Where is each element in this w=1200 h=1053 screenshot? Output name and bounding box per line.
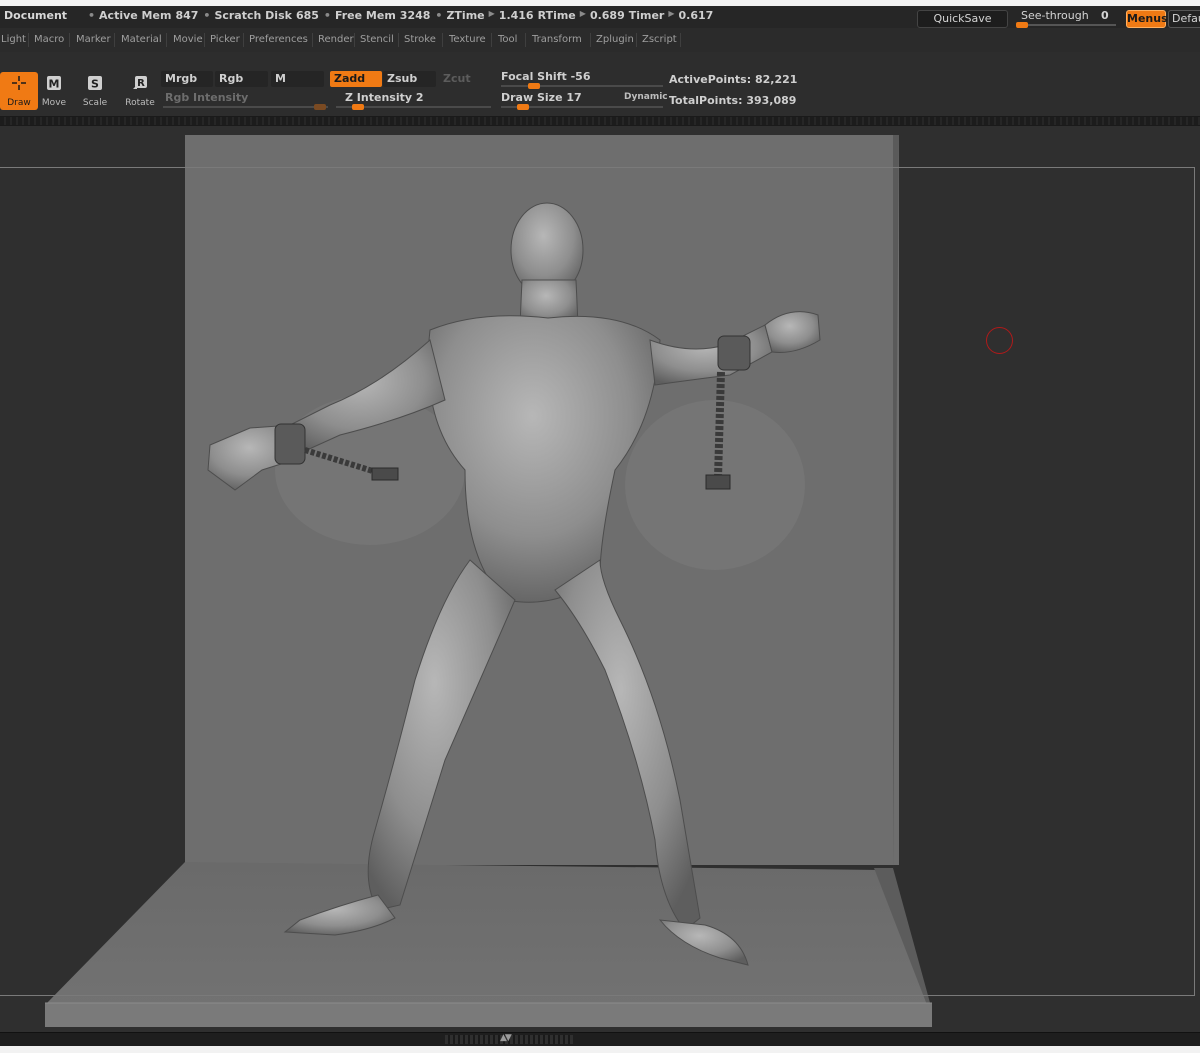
menu-separator <box>398 33 399 47</box>
draw-tool-label: Draw <box>7 98 31 108</box>
menu-separator <box>354 33 355 47</box>
menu-stroke[interactable]: Stroke <box>404 34 436 45</box>
svg-text:R: R <box>137 78 145 89</box>
menus-toggle-button[interactable]: Menus <box>1126 10 1168 28</box>
timer-label: Timer <box>628 9 665 22</box>
move-icon: M <box>47 76 61 91</box>
focal-shift-slider[interactable] <box>501 83 663 89</box>
menu-macro[interactable]: Macro <box>34 34 64 45</box>
menu-separator <box>312 33 313 47</box>
document-bounds-frame <box>0 167 1195 996</box>
ztime-value: 1.416 <box>498 9 534 22</box>
menu-separator <box>166 33 167 47</box>
floor-front-edge <box>45 1003 932 1027</box>
seethrough-value: 0 <box>1101 9 1109 22</box>
menu-movie[interactable]: Movie <box>173 34 203 45</box>
rtime-label: RTime <box>537 9 576 22</box>
move-tool-button[interactable]: M Move <box>35 72 73 110</box>
menu-transform[interactable]: Transform <box>532 34 582 45</box>
timing-stats: • ZTime ▶ 1.416 RTime ▶ 0.689 Timer ▶ 0.617 <box>435 9 714 22</box>
zsub-button[interactable]: Zsub <box>383 71 436 87</box>
menu-separator <box>204 33 205 47</box>
scale-icon: S <box>88 76 102 91</box>
menu-separator <box>28 33 29 47</box>
ztime-label: ZTime <box>446 9 485 22</box>
rgb-intensity-label: Rgb Intensity <box>165 91 249 104</box>
expand-arrows-icon[interactable]: ▲▼ <box>500 1033 512 1043</box>
document-canvas[interactable] <box>0 126 1200 1032</box>
quicksave-button[interactable]: QuickSave <box>917 10 1008 28</box>
memory-stats: • Active Mem 847 • Scratch Disk 685 • Free Me… <box>88 9 713 22</box>
rgb-intensity-slider[interactable] <box>163 104 328 110</box>
move-tool-label: Move <box>41 98 67 108</box>
mrgb-button[interactable]: Mrgb <box>161 71 213 87</box>
window-bottom-strip <box>0 1046 1200 1053</box>
m-button[interactable]: M <box>271 71 324 87</box>
zcut-button[interactable]: Zcut <box>439 71 492 87</box>
seethrough-track[interactable] <box>1016 22 1116 28</box>
stat-active-mem: • Active Mem 847 <box>88 9 199 22</box>
focal-shift-knob[interactable] <box>528 83 540 89</box>
rgb-button[interactable]: Rgb <box>215 71 268 87</box>
menu-preferences[interactable]: Preferences <box>249 34 308 45</box>
active-points-readout: ActivePoints: 82,221 <box>669 73 798 86</box>
menu-separator <box>69 33 70 47</box>
menu-separator <box>243 33 244 47</box>
total-points-readout: TotalPoints: 393,089 <box>669 94 797 107</box>
draw-size-readout: Draw Size 17 <box>501 91 582 104</box>
draw-size-slider[interactable] <box>501 104 663 110</box>
menu-separator <box>525 33 526 47</box>
seethrough-label: See-through <box>1021 9 1089 22</box>
menu-picker[interactable]: Picker <box>210 34 240 45</box>
crosshair-icon <box>12 76 26 90</box>
timer-value: 0.617 <box>678 9 714 22</box>
menu-separator <box>491 33 492 47</box>
seethrough-slider[interactable]: See-through 0 <box>1012 8 1118 28</box>
stat-free-mem: • Free Mem 3248 <box>323 9 431 22</box>
scale-tool-label: Scale <box>82 98 108 108</box>
menu-texture[interactable]: Texture <box>449 34 486 45</box>
menu-render[interactable]: Render <box>318 34 354 45</box>
toolbar: Draw M Move S Scale R Rotate Mrgb Rgb M … <box>0 52 1200 116</box>
menu-zscript[interactable]: Zscript <box>642 34 677 45</box>
menu-separator <box>442 33 443 47</box>
menu-separator <box>636 33 637 47</box>
menu-stencil[interactable]: Stencil <box>360 34 394 45</box>
rotate-tool-label: Rotate <box>125 98 155 108</box>
draw-size-knob[interactable] <box>517 104 529 110</box>
menu-material[interactable]: Material <box>121 34 162 45</box>
menu-marker[interactable]: Marker <box>76 34 111 45</box>
rotate-tool-button[interactable]: R Rotate <box>121 72 159 110</box>
zadd-button[interactable]: Zadd <box>330 71 382 87</box>
dynamic-button[interactable]: Dynamic <box>624 92 668 102</box>
menu-zplugin[interactable]: Zplugin <box>596 34 634 45</box>
z-intensity-knob[interactable] <box>352 104 364 110</box>
brush-cursor <box>986 327 1013 354</box>
toolbar-divider-rail[interactable] <box>0 116 1200 126</box>
menu-bar: Light Macro Marker Material Movie Picker… <box>0 28 1200 52</box>
menu-separator <box>680 33 681 47</box>
menu-separator <box>590 33 591 47</box>
rtime-value: 0.689 <box>589 9 625 22</box>
z-intensity-readout: Z Intensity 2 <box>345 91 424 104</box>
scale-tool-button[interactable]: S Scale <box>76 72 114 110</box>
menu-tool[interactable]: Tool <box>498 34 517 45</box>
svg-text:M: M <box>49 78 60 91</box>
svg-text:S: S <box>91 78 99 91</box>
bottom-shelf-bar[interactable]: ▲▼ <box>0 1032 1200 1046</box>
z-intensity-slider[interactable] <box>336 104 491 110</box>
menu-light[interactable]: Light <box>1 34 26 45</box>
rgb-intensity-knob[interactable] <box>314 104 326 110</box>
document-label[interactable]: Document <box>4 9 67 22</box>
rotate-icon: R <box>133 76 147 89</box>
draw-tool-button[interactable]: Draw <box>0 72 38 110</box>
menu-separator <box>114 33 115 47</box>
default-zscript-button[interactable]: DefaultZScript <box>1168 10 1200 28</box>
stat-scratch-disk: • Scratch Disk 685 <box>203 9 319 22</box>
focal-shift-readout: Focal Shift -56 <box>501 70 591 83</box>
